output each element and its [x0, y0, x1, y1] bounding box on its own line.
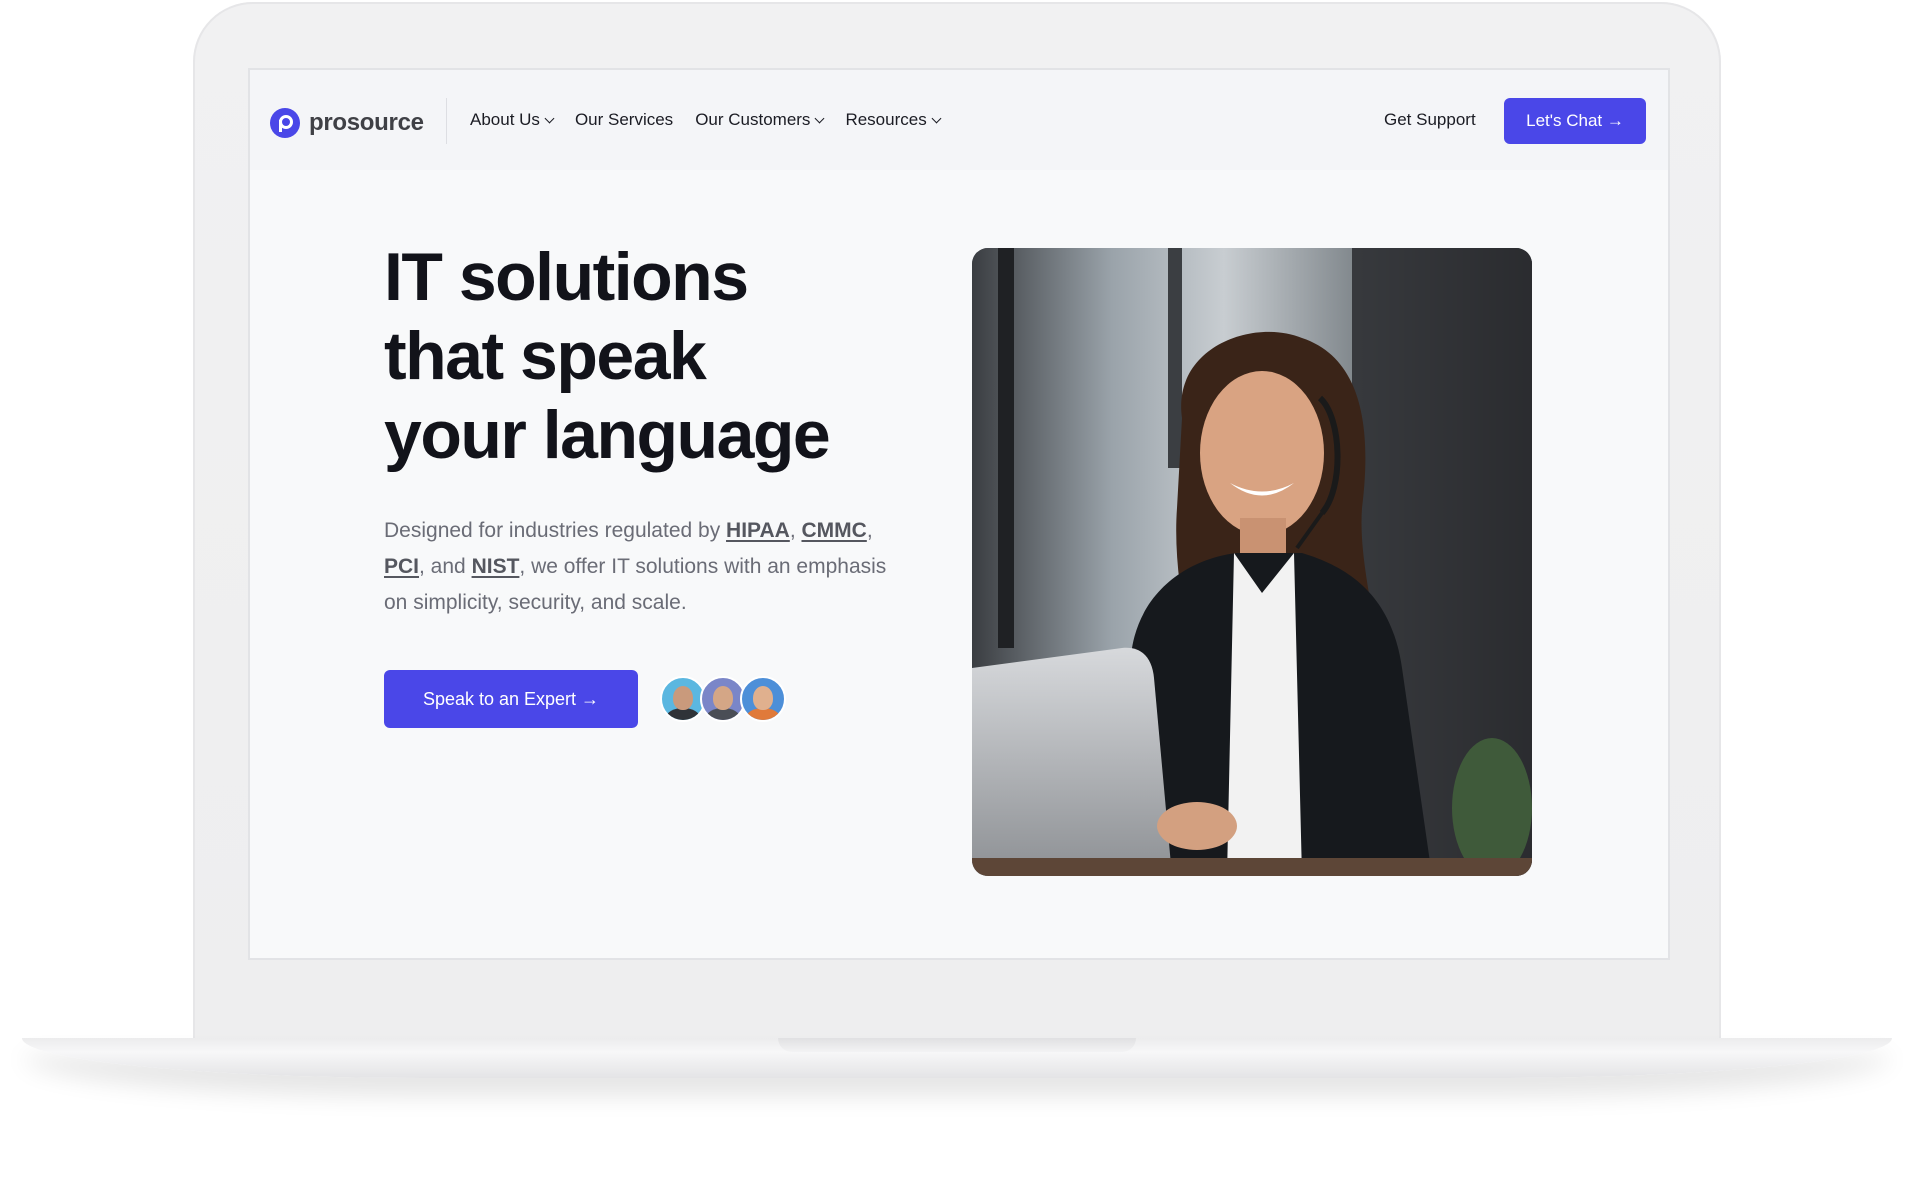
laptop-notch: [778, 1038, 1136, 1052]
top-navigation: prosource About Us Our Services Our Cust…: [250, 70, 1668, 170]
nav-item-our-customers[interactable]: Our Customers: [695, 110, 825, 130]
nav-item-resources[interactable]: Resources: [845, 110, 942, 130]
hero-photo: [972, 248, 1532, 876]
nav-item-our-services[interactable]: Our Services: [575, 110, 673, 130]
nav-item-label: Our Customers: [695, 110, 811, 129]
pci-link[interactable]: PCI: [384, 555, 419, 578]
nav-divider: [446, 98, 447, 144]
hipaa-link[interactable]: HIPAA: [726, 519, 790, 542]
nav-item-about-us[interactable]: About Us: [470, 110, 555, 130]
desc-text: , and: [419, 555, 472, 578]
chevron-down-icon: [544, 113, 555, 123]
expert-avatars: [660, 676, 790, 722]
headline-line: IT solutions: [384, 239, 749, 315]
desc-text: ,: [866, 519, 873, 542]
hero-photo-illustration: [972, 248, 1532, 876]
cmmc-link[interactable]: CMMC: [801, 519, 866, 542]
laptop-mockup: prosource About Us Our Services Our Cust…: [0, 0, 1920, 1182]
avatar: [740, 676, 786, 722]
get-support-link[interactable]: Get Support: [1384, 110, 1476, 130]
logo-text: prosource: [309, 109, 424, 136]
chevron-down-icon: [931, 113, 942, 123]
desc-text: Designed for industries regulated by: [384, 519, 727, 542]
hero-headline: IT solutions that speak your language: [384, 238, 831, 475]
chevron-down-icon: [814, 113, 825, 123]
headline-line: that speak: [384, 318, 707, 394]
nav-item-label: Resources: [845, 110, 927, 129]
nist-link[interactable]: NIST: [472, 555, 520, 578]
lets-chat-button[interactable]: Let's Chat →: [1504, 98, 1646, 144]
nav-item-label: About Us: [470, 110, 540, 129]
logo[interactable]: prosource: [270, 108, 424, 138]
headline-line: your language: [384, 397, 831, 473]
speak-to-expert-button[interactable]: Speak to an Expert →: [384, 670, 638, 728]
website-screen: prosource About Us Our Services Our Cust…: [248, 68, 1670, 960]
desc-text: ,: [789, 519, 802, 542]
hero-description: Designed for industries regulated by HIP…: [384, 513, 904, 621]
nav-item-label: Our Services: [574, 110, 674, 129]
nav-links: About Us Our Services Our Customers Reso…: [470, 110, 962, 130]
prosource-logo-icon: [270, 108, 300, 138]
